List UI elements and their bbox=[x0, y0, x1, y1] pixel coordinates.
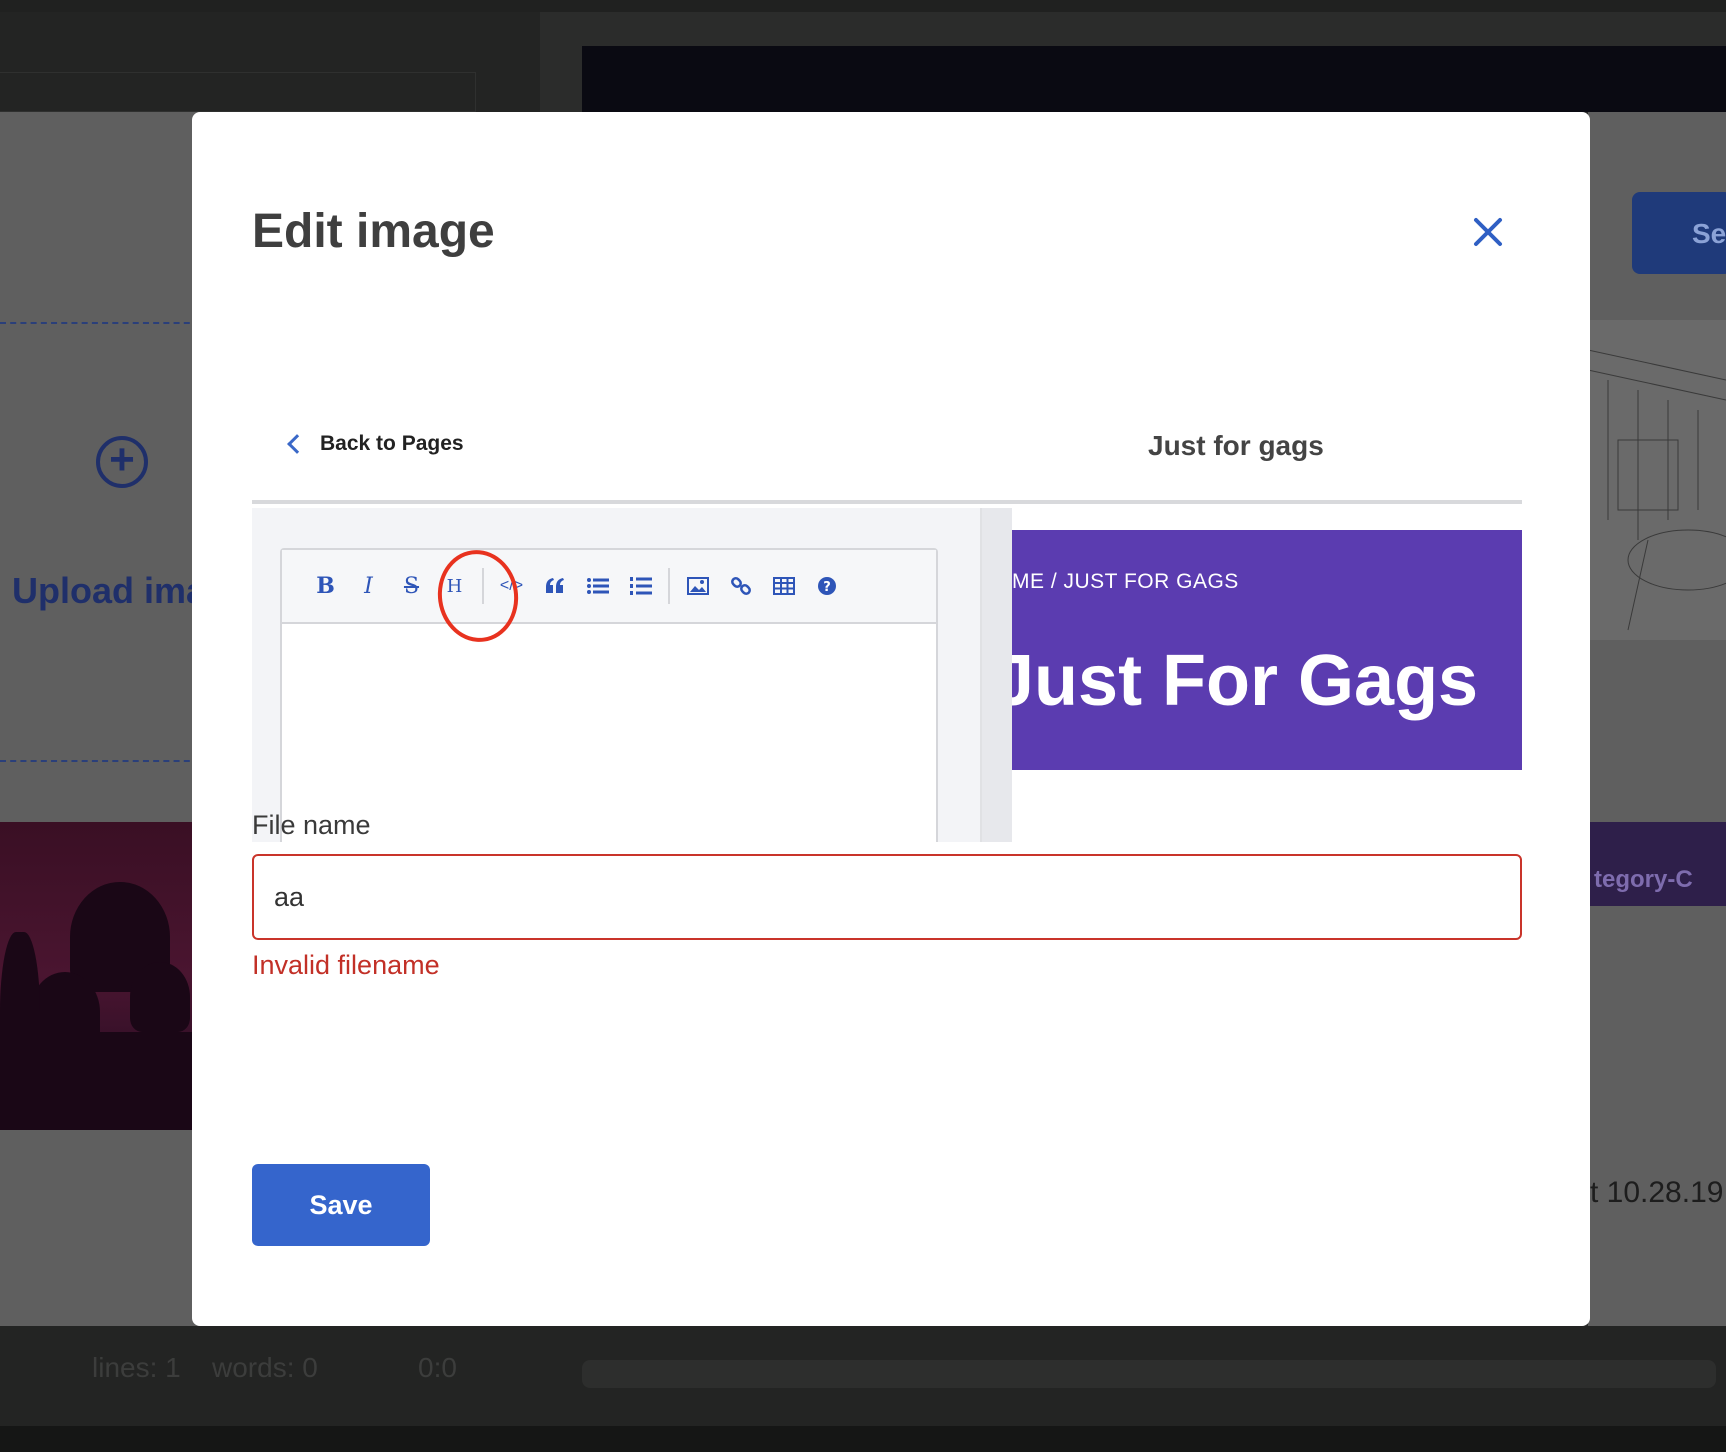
background-upload-label: Upload ima bbox=[12, 570, 207, 611]
preview-hero-banner: ME / JUST FOR GAGS Just For Gags bbox=[1012, 530, 1522, 770]
preview-back-link: Back to Pages bbox=[287, 432, 464, 456]
status-words: words: 0 bbox=[212, 1352, 318, 1383]
preview-editor: B I S H </> ? bbox=[280, 544, 938, 842]
help-icon: ? bbox=[805, 566, 848, 606]
chevron-left-icon bbox=[287, 434, 307, 454]
toolbar-divider bbox=[668, 568, 670, 604]
close-icon bbox=[1474, 218, 1502, 246]
numbered-list-icon bbox=[619, 566, 662, 606]
heading-icon: H bbox=[446, 575, 463, 597]
background-select-button: Sel bbox=[1632, 192, 1726, 274]
bold-icon: B bbox=[316, 573, 335, 599]
background-date: t 10.28.19 bbox=[1590, 1176, 1724, 1209]
background-field bbox=[0, 72, 476, 112]
preview-gutter bbox=[982, 508, 1012, 842]
link-icon bbox=[719, 566, 762, 606]
preview-hero-title: Just For Gags bbox=[1012, 641, 1479, 721]
svg-text:?: ? bbox=[823, 580, 831, 595]
background-dropzone-border-top bbox=[0, 322, 200, 324]
background-palace-image bbox=[0, 822, 200, 1130]
preview-page-title: Just for gags bbox=[1148, 430, 1324, 461]
background-header-right bbox=[582, 46, 1726, 112]
background-top-bar bbox=[0, 0, 1726, 12]
bulleted-list-icon bbox=[576, 566, 619, 606]
file-name-error: Invalid filename bbox=[252, 950, 440, 980]
edit-image-modal: Edit image Back to Pages Just for gags B… bbox=[192, 112, 1590, 1326]
preview-editor-toolbar: B I S H </> ? bbox=[282, 550, 936, 624]
modal-title: Edit image bbox=[252, 205, 495, 258]
preview-breadcrumb: ME / JUST FOR GAGS bbox=[1012, 570, 1239, 593]
status-lines: lines: 1 bbox=[92, 1352, 181, 1383]
sketch-lines bbox=[1587, 349, 1726, 631]
file-name-label: File name bbox=[252, 810, 371, 840]
background-dropzone-border-bottom bbox=[0, 760, 200, 762]
code-icon: </> bbox=[499, 577, 524, 594]
preview-nav: Back to Pages Just for gags bbox=[252, 392, 1522, 504]
preview-back-label: Back to Pages bbox=[320, 432, 464, 455]
image-preview: Back to Pages Just for gags B I S H </> bbox=[252, 392, 1522, 842]
background-sketch-image bbox=[1587, 320, 1726, 640]
image-icon bbox=[676, 566, 719, 606]
close-button[interactable] bbox=[1468, 212, 1508, 252]
background-left-panel bbox=[0, 112, 200, 1326]
italic-icon: I bbox=[364, 573, 373, 599]
toolbar-divider bbox=[482, 568, 484, 604]
background-category-badge: tegory-C bbox=[1588, 822, 1726, 906]
strikethrough-icon: S bbox=[403, 573, 420, 599]
status-cursor: 0:0 bbox=[418, 1352, 457, 1383]
plus-circle-icon: + bbox=[96, 436, 148, 488]
file-name-input[interactable] bbox=[252, 854, 1522, 940]
background-footer bbox=[0, 1426, 1726, 1452]
quote-icon bbox=[533, 566, 576, 606]
background-scrollbar bbox=[582, 1360, 1716, 1388]
table-icon bbox=[762, 566, 805, 606]
save-button[interactable]: Save bbox=[252, 1164, 430, 1246]
background-right-panel bbox=[1588, 112, 1726, 1326]
